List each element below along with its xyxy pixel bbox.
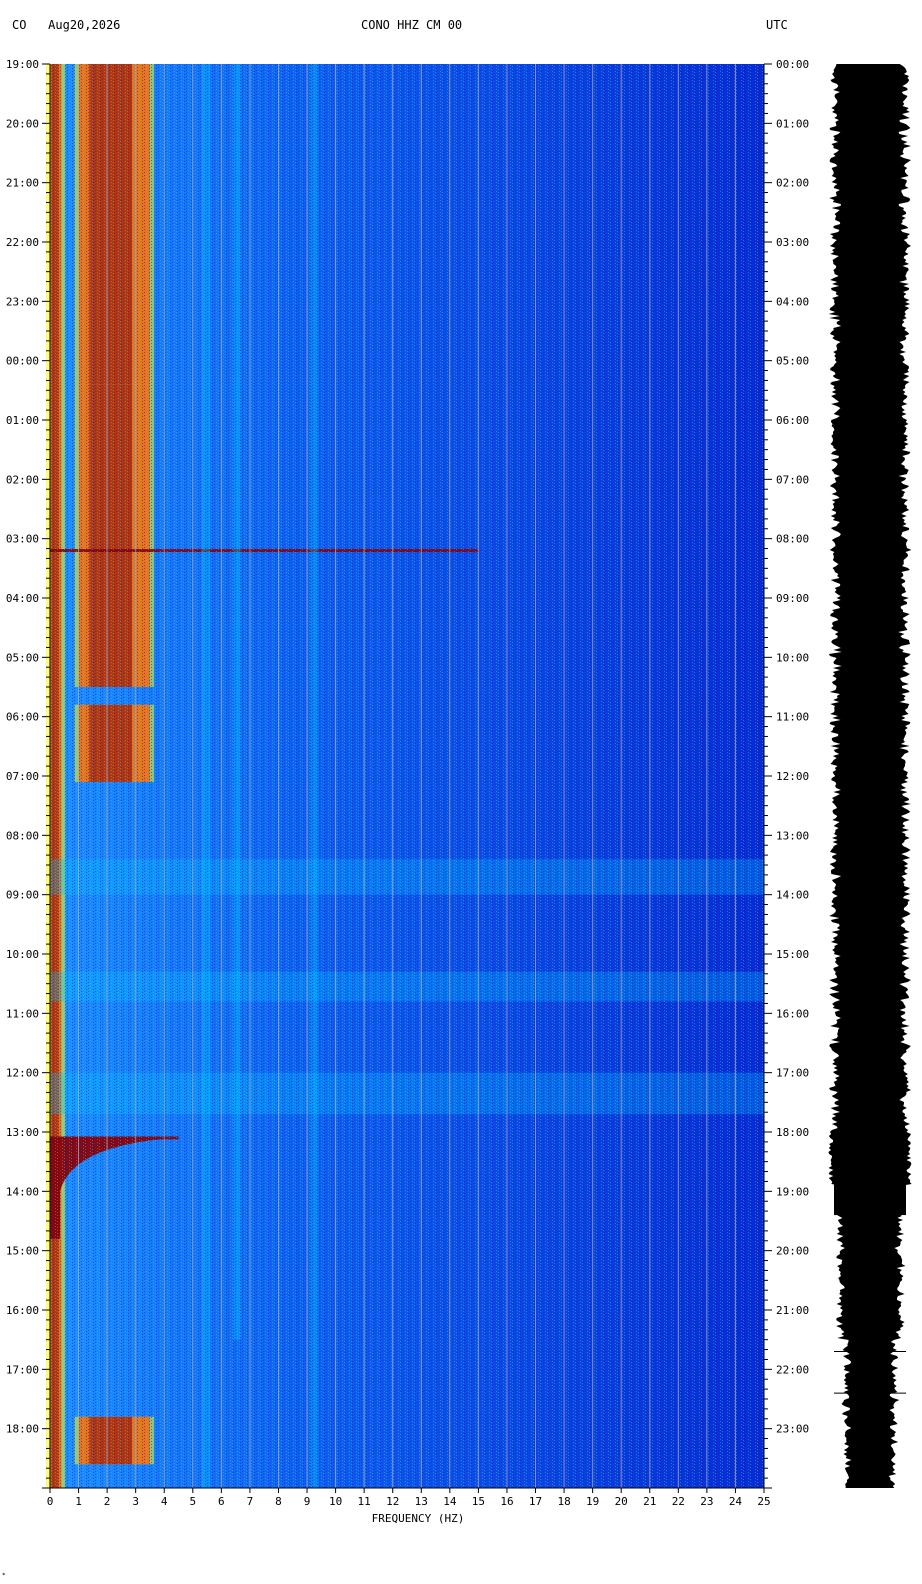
y-tick-label-left: 16:00: [6, 1304, 39, 1317]
y-tick-label-right: 06:00: [776, 414, 809, 427]
x-tick-label: 25: [757, 1495, 770, 1508]
y-tick-label-left: 23:00: [6, 295, 39, 308]
x-tick-label: 19: [586, 1495, 599, 1508]
x-tick-label: 16: [500, 1495, 513, 1508]
x-tick-label: 21: [643, 1495, 656, 1508]
y-tick-label-left: 13:00: [6, 1126, 39, 1139]
seismogram-trace: [828, 64, 912, 1488]
y-tick-label-right: 02:00: [776, 177, 809, 190]
y-tick-label-left: 09:00: [6, 889, 39, 902]
y-tick-label-right: 04:00: [776, 295, 809, 308]
y-tick-label-right: 09:00: [776, 592, 809, 605]
y-tick-label-right: 11:00: [776, 711, 809, 724]
y-tick-label-right: 19:00: [776, 1185, 809, 1198]
y-tick-label-left: 06:00: [6, 711, 39, 724]
x-tick-label: 1: [75, 1495, 82, 1508]
x-tick-label: 8: [275, 1495, 282, 1508]
y-tick-label-right: 17:00: [776, 1067, 809, 1080]
y-tick-label-right: 12:00: [776, 770, 809, 783]
x-tick-label: 13: [415, 1495, 428, 1508]
x-tick-label: 9: [304, 1495, 311, 1508]
y-axis-right: 00:00 01:00 02:00 03:00 04:00 05:00 06:00 07:00…: [763, 58, 809, 1489]
x-tick-label: 23: [700, 1495, 713, 1508]
x-tick-label: 22: [672, 1495, 685, 1508]
x-tick-label: 4: [161, 1495, 168, 1508]
x-tick-label: 24: [729, 1495, 743, 1508]
trace-event-block: [834, 1134, 906, 1216]
y-tick-label-right: 16:00: [776, 1007, 809, 1020]
y-tick-label-right: 01:00: [776, 117, 809, 130]
y-tick-label-right: 18:00: [776, 1126, 809, 1139]
y-tick-label-right: 03:00: [776, 236, 809, 249]
y-tick-label-left: 17:00: [6, 1363, 39, 1376]
x-tick-label: 3: [132, 1495, 139, 1508]
trace-envelope: [828, 64, 912, 1488]
footnote-mark: *: [2, 1572, 6, 1579]
y-tick-label-left: 00:00: [6, 355, 39, 368]
y-tick-label-right: 22:00: [776, 1363, 809, 1376]
x-tick-label: 20: [615, 1495, 628, 1508]
y-tick-label-right: 05:00: [776, 355, 809, 368]
x-tick-label: 10: [329, 1495, 342, 1508]
y-tick-label-left: 05:00: [6, 651, 39, 664]
x-tick-label: 17: [529, 1495, 542, 1508]
y-tick-label-left: 19:00: [6, 58, 39, 71]
y-tick-label-left: 04:00: [6, 592, 39, 605]
y-tick-label-left: 20:00: [6, 117, 39, 130]
x-tick-label: 14: [443, 1495, 457, 1508]
x-tick-label: 18: [557, 1495, 570, 1508]
x-tick-label: 12: [386, 1495, 399, 1508]
y-axis-left: 19:00 20:00 21:00 22:00 23:00 00:00 01:00 02:00…: [6, 58, 51, 1489]
y-tick-label-left: 11:00: [6, 1007, 39, 1020]
y-tick-label-left: 15:00: [6, 1245, 39, 1258]
y-tick-label-left: 02:00: [6, 473, 39, 486]
x-axis: 0 1 2 3 4 5 6 7 8 9 10 11 12 13 14 15 16 17 18 19 20 21 22 23 24…: [47, 1487, 771, 1508]
spectrogram-chart: 0 1 2 3 4 5 6 7 8 9 10 11 12 13 14 15 16 17 18 19 20 21 22 23 24…: [6, 58, 912, 1525]
y-tick-label-right: 20:00: [776, 1245, 809, 1258]
y-tick-label-right: 15:00: [776, 948, 809, 961]
y-tick-label-right: 07:00: [776, 473, 809, 486]
y-tick-label-right: 08:00: [776, 533, 809, 546]
x-tick-label: 5: [189, 1495, 196, 1508]
y-tick-label-right: 13:00: [776, 829, 809, 842]
y-tick-label-left: 18:00: [6, 1423, 39, 1436]
y-tick-label-left: 22:00: [6, 236, 39, 249]
x-tick-label: 7: [247, 1495, 254, 1508]
y-tick-label-left: 08:00: [6, 829, 39, 842]
y-tick-label-left: 10:00: [6, 948, 39, 961]
y-tick-label-left: 03:00: [6, 533, 39, 546]
y-tick-label-right: 00:00: [776, 58, 809, 71]
y-tick-label-right: 23:00: [776, 1423, 809, 1436]
y-tick-label-left: 01:00: [6, 414, 39, 427]
y-tick-label-left: 12:00: [6, 1067, 39, 1080]
y-tick-label-left: 14:00: [6, 1185, 39, 1198]
x-tick-label: 11: [358, 1495, 371, 1508]
y-tick-label-right: 21:00: [776, 1304, 809, 1317]
y-tick-label-right: 10:00: [776, 651, 809, 664]
y-tick-label-left: 21:00: [6, 177, 39, 190]
x-tick-label: 15: [472, 1495, 485, 1508]
noise-texture: [50, 64, 764, 1488]
x-tick-label: 2: [104, 1495, 111, 1508]
y-tick-label-left: 07:00: [6, 770, 39, 783]
speckle-fill: [50, 64, 764, 1488]
y-tick-label-right: 14:00: [776, 889, 809, 902]
x-tick-label: 0: [47, 1495, 54, 1508]
x-tick-label: 6: [218, 1495, 225, 1508]
x-axis-label: FREQUENCY (HZ): [372, 1512, 465, 1525]
